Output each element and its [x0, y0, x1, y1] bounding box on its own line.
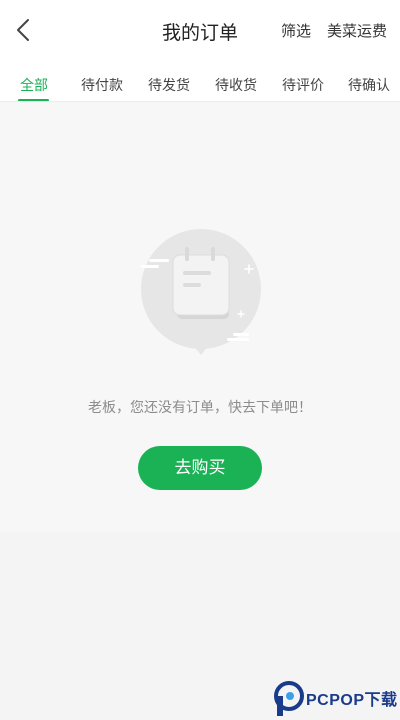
tab-pending-payment[interactable]: 待付款	[81, 75, 123, 95]
order-list-area: 老板，您还没有订单，快去下单吧！ 去购买	[0, 102, 400, 720]
tab-pending-shipment[interactable]: 待发货	[148, 75, 190, 95]
calendar-note-icon	[141, 229, 261, 355]
go-buy-button[interactable]: 去购买	[138, 446, 262, 490]
tab-pending-receipt[interactable]: 待收货	[215, 75, 257, 95]
watermark-logo: PCPOP下载	[274, 680, 398, 718]
tab-pending-review[interactable]: 待评价	[282, 75, 324, 95]
order-status-tabs: 全部 待付款 待发货 待收货 待评价 待确认	[0, 60, 400, 102]
empty-state-message: 老板，您还没有订单，快去下单吧！	[88, 400, 312, 416]
watermark-brand: PCPOP下载	[306, 692, 398, 709]
filter-button[interactable]: 筛选	[281, 20, 311, 41]
tab-all[interactable]: 全部	[20, 75, 48, 95]
header-bar: 我的订单 筛选 美菜运费	[0, 0, 400, 60]
tab-pending-confirm[interactable]: 待确认	[348, 75, 390, 95]
brand-logo-icon	[274, 681, 304, 716]
freight-button[interactable]: 美菜运费	[327, 20, 387, 41]
